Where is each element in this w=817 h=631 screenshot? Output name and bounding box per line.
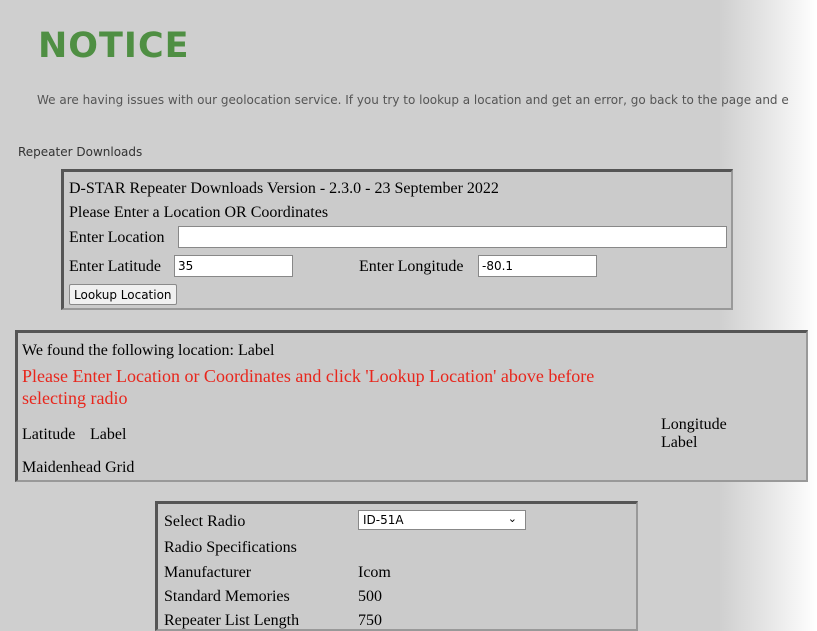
longitude-result-label: Longitude — [661, 416, 727, 433]
longitude-input[interactable] — [478, 255, 597, 277]
found-location-text: We found the following location: Label — [22, 342, 275, 359]
radio-select-value: ID-51A — [363, 513, 404, 527]
longitude-label: Enter Longitude — [359, 258, 464, 275]
warning-text: Please Enter Location or Coordinates and… — [22, 366, 595, 408]
repeater-list-label: Repeater List Length — [164, 612, 300, 629]
latitude-input[interactable] — [174, 255, 293, 277]
instruction-text: Please Enter a Location OR Coordinates — [69, 204, 329, 221]
chevron-down-icon: ⌄ — [507, 512, 517, 525]
radio-specs-heading: Radio Specifications — [164, 539, 297, 556]
latitude-result-label: Latitude — [22, 426, 76, 443]
lookup-location-button[interactable]: Lookup Location — [69, 284, 177, 305]
select-radio-label: Select Radio — [164, 513, 246, 530]
radio-panel: Select Radio ID-51A ⌄ Radio Specificatio… — [155, 501, 638, 631]
manufacturer-value: Icom — [358, 564, 391, 581]
latitude-result-value: Label — [90, 426, 127, 443]
lookup-panel: D-STAR Repeater Downloads Version - 2.3.… — [61, 169, 733, 310]
maidenhead-grid-label: Maidenhead Grid — [22, 459, 135, 476]
latitude-label: Enter Latitude — [69, 258, 161, 275]
radio-select[interactable]: ID-51A ⌄ — [358, 510, 526, 530]
location-label: Enter Location — [69, 229, 165, 246]
notice-title: NOTICE — [38, 26, 190, 66]
result-panel: We found the following location: Label P… — [15, 330, 808, 482]
manufacturer-label: Manufacturer — [164, 564, 252, 581]
repeater-list-value: 750 — [358, 612, 382, 629]
breadcrumb-repeater-downloads[interactable]: Repeater Downloads — [18, 145, 142, 159]
notice-message: We are having issues with our geolocatio… — [37, 93, 789, 107]
memories-label: Standard Memories — [164, 588, 290, 605]
location-input[interactable] — [178, 226, 727, 248]
version-text: D-STAR Repeater Downloads Version - 2.3.… — [69, 180, 499, 197]
memories-value: 500 — [358, 588, 382, 605]
longitude-result-value: Label — [661, 434, 698, 451]
